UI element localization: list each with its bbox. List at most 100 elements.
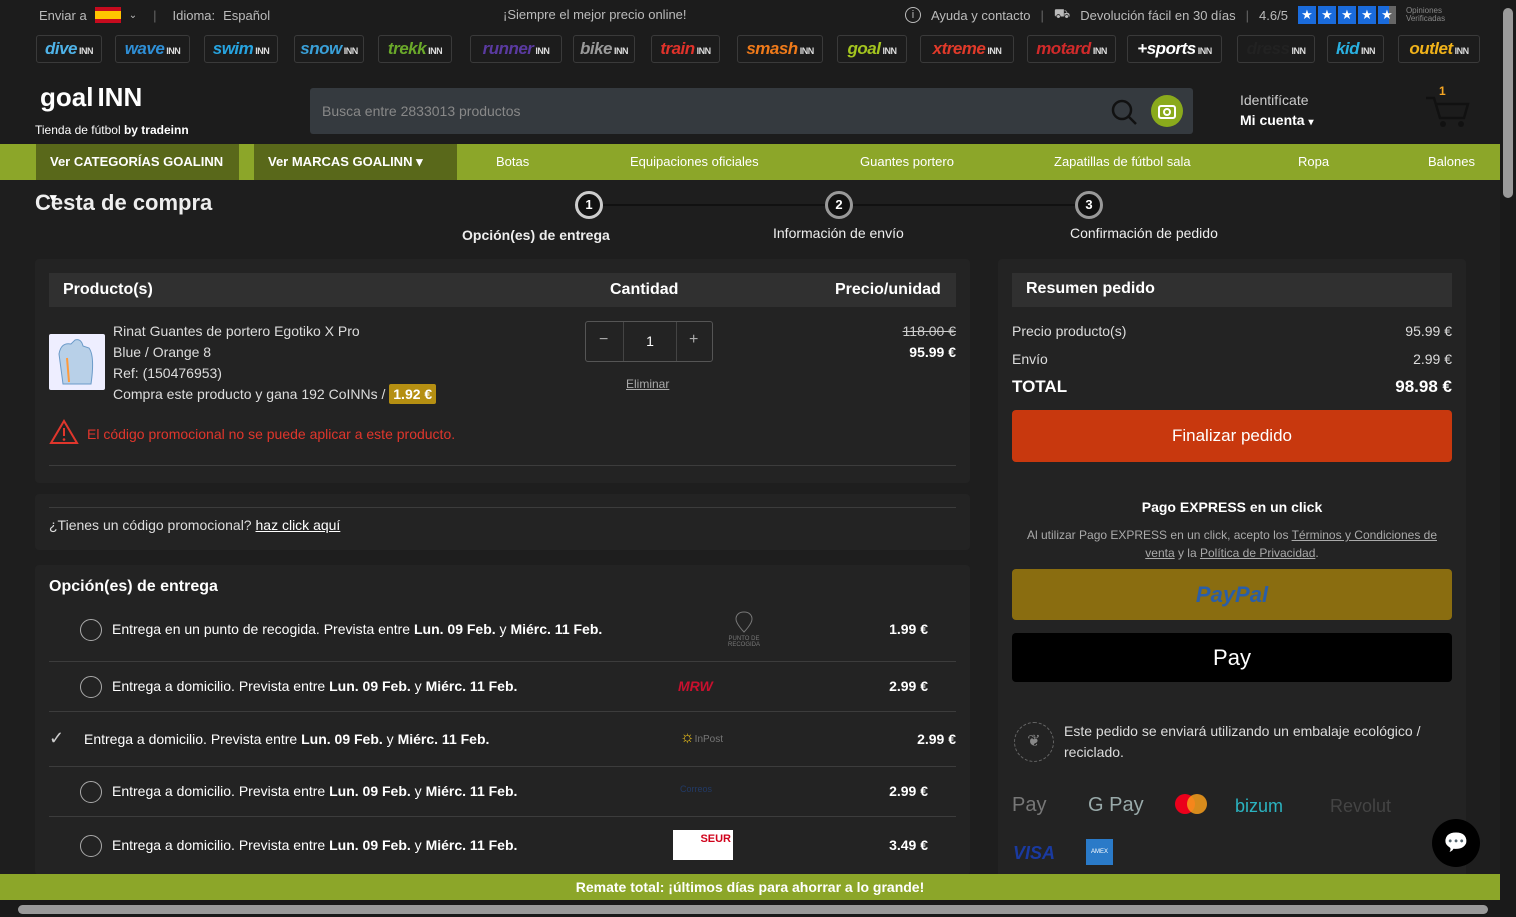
divider <box>49 507 956 508</box>
quantity-stepper: − 1 + <box>585 321 713 362</box>
brand-link-smash[interactable]: smash INN <box>737 35 823 63</box>
rating-stars[interactable]: ★ ★ ★ ★ ★ <box>1297 6 1396 24</box>
nav-link-balls[interactable]: Balones <box>1428 144 1475 180</box>
brand-link-swim[interactable]: swim INN <box>204 35 278 63</box>
correos-logo: Correos <box>680 784 713 794</box>
delivery-radio-seur[interactable] <box>80 835 102 857</box>
chevron-down-icon[interactable]: ⌄ <box>129 10 137 21</box>
tagline: Tienda de fútbol by tradeinn <box>35 123 189 137</box>
delivery-price: 1.99 € <box>889 621 928 637</box>
search-input[interactable] <box>322 88 1102 134</box>
promo-text: ¡Siempre el mejor precio online! <box>503 7 687 22</box>
brand-link-dress[interactable]: dress INN <box>1237 35 1315 63</box>
search-icon[interactable] <box>1110 98 1138 126</box>
divider <box>49 766 956 767</box>
goalinn-logo[interactable]: goal INN <box>36 63 142 118</box>
step-1-label: Opción(es) de entrega <box>462 227 610 243</box>
delivery-option-text-selected: Entrega a domicilio. Prevista entre Lun.… <box>84 731 490 747</box>
divider <box>49 711 956 712</box>
account-menu[interactable]: Identifícate Mi cuenta ▾ <box>1240 92 1314 128</box>
product-image[interactable] <box>49 334 105 390</box>
delivery-option-text: Entrega a domicilio. Prevista entre Lun.… <box>112 678 518 694</box>
revolut-logo: Revolut <box>1330 796 1392 816</box>
promo-banner[interactable]: Remate total: ¡últimos días para ahorrar… <box>0 874 1500 900</box>
shipping-label: Envío <box>1012 351 1048 367</box>
brand-link-bike[interactable]: bike INN <box>573 35 635 63</box>
nav-link-kits[interactable]: Equipaciones oficiales <box>630 144 759 180</box>
brand-link-kid[interactable]: kid INN <box>1327 35 1384 63</box>
info-icon: i <box>905 7 921 23</box>
applepay-button[interactable]: Pay <box>1012 633 1452 682</box>
brand-link-outlet[interactable]: outlet INN <box>1398 35 1480 63</box>
nav-link-clothing[interactable]: Ropa <box>1298 144 1329 180</box>
check-icon[interactable]: ✓ <box>49 728 64 749</box>
delivery-panel <box>35 565 970 875</box>
horizontal-scrollbar[interactable] <box>0 900 1516 917</box>
star-icon: ★ <box>1357 6 1376 24</box>
amex-logo: AMEX <box>1086 839 1113 865</box>
star-icon: ★ <box>1377 6 1396 24</box>
promo-question: ¿Tienes un código promocional? haz click… <box>49 517 341 533</box>
brand-link-snow[interactable]: snow INN <box>294 35 364 63</box>
chat-button[interactable]: 💬 <box>1432 819 1480 867</box>
delivery-option-text: Entrega a domicilio. Prevista entre Lun.… <box>112 783 518 799</box>
delivery-option-text: Entrega a domicilio. Prevista entre Lun.… <box>112 837 518 853</box>
brand-link-dive[interactable]: dive INN <box>36 35 102 63</box>
nav-link-boots[interactable]: Botas <box>496 144 529 180</box>
brand-link-sports[interactable]: +sports INN <box>1127 35 1222 63</box>
delivery-price: 2.99 € <box>889 678 928 694</box>
brand-link-trekk[interactable]: trekk INN <box>378 35 452 63</box>
quantity-input[interactable]: 1 <box>623 322 677 361</box>
cart-icon[interactable] <box>1424 90 1474 130</box>
promo-code-link[interactable]: haz click aquí <box>256 517 341 533</box>
nav-link-futsal-shoes[interactable]: Zapatillas de fútbol sala <box>1054 144 1191 180</box>
summary-title: Resumen pedido <box>1012 273 1452 307</box>
language-label: Idioma: <box>172 7 216 23</box>
brand-link-goal[interactable]: goal INN <box>837 35 907 63</box>
nav-link-gloves[interactable]: Guantes portero <box>860 144 954 180</box>
brands-menu-button[interactable]: Ver MARCAS GOALINN ▾ <box>254 144 457 180</box>
star-icon: ★ <box>1297 6 1316 24</box>
brand-link-runner[interactable]: runner INN <box>470 35 562 63</box>
vertical-scrollbar[interactable] <box>1500 0 1516 900</box>
divider <box>49 816 956 817</box>
star-icon: ★ <box>1317 6 1336 24</box>
brand-link-motard[interactable]: motard INN <box>1027 35 1116 63</box>
eco-text: Este pedido se enviará utilizando un emb… <box>1064 723 1421 760</box>
star-icon: ★ <box>1337 6 1356 24</box>
site-header: goalINN Tienda de fútbol by tradeinn Ide… <box>0 68 1500 144</box>
privacy-link[interactable]: Política de Privacidad <box>1200 546 1315 560</box>
ship-label: Enviar a <box>39 7 87 23</box>
spain-flag-icon[interactable] <box>94 7 121 23</box>
increment-button[interactable]: + <box>689 331 698 349</box>
language-select[interactable]: Español <box>223 8 270 23</box>
returns-link[interactable]: Devolución fácil en 30 días <box>1080 8 1235 23</box>
brand-link-train[interactable]: train INN <box>651 35 720 63</box>
verified-reviews-logo[interactable]: Opiniones Verificadas <box>1406 7 1456 23</box>
page-title: Cesta de compra <box>35 190 213 215</box>
coins-info: Compra este producto y gana 192 CoINNs /… <box>113 384 437 404</box>
categories-menu-button[interactable]: Ver CATEGORÍAS GOALINN ▾ <box>36 144 239 205</box>
brand-link-wave[interactable]: wave INN <box>115 35 190 63</box>
products-value: 95.99 € <box>1405 323 1452 339</box>
product-name[interactable]: Rinat Guantes de portero Egotiko X Pro <box>113 323 360 339</box>
step-3-label: Confirmación de pedido <box>1070 225 1218 241</box>
rating-value: 4.6/5 <box>1259 7 1288 23</box>
divider <box>49 661 956 662</box>
checkout-button[interactable]: Finalizar pedido <box>1012 410 1452 462</box>
products-label: Precio producto(s) <box>1012 323 1127 339</box>
help-link[interactable]: Ayuda y contacto <box>931 8 1031 23</box>
camera-search-icon[interactable] <box>1151 95 1183 127</box>
decrement-button[interactable]: − <box>599 331 608 349</box>
main-nav: Ver CATEGORÍAS GOALINN ▾ Ver MARCAS GOAL… <box>0 144 1500 205</box>
scroll-thumb[interactable] <box>1503 8 1513 198</box>
delivery-radio-pickup[interactable] <box>80 619 102 641</box>
search-bar <box>310 88 1193 134</box>
scroll-thumb[interactable] <box>18 905 1488 914</box>
brand-link-xtreme[interactable]: xtreme INN <box>920 35 1014 63</box>
delivery-title: Opción(es) de entrega <box>49 578 218 595</box>
remove-link[interactable]: Eliminar <box>626 377 669 391</box>
delivery-radio-mrw[interactable] <box>80 676 102 698</box>
paypal-button[interactable]: PayPal <box>1012 569 1452 620</box>
delivery-radio-correos[interactable] <box>80 781 102 803</box>
